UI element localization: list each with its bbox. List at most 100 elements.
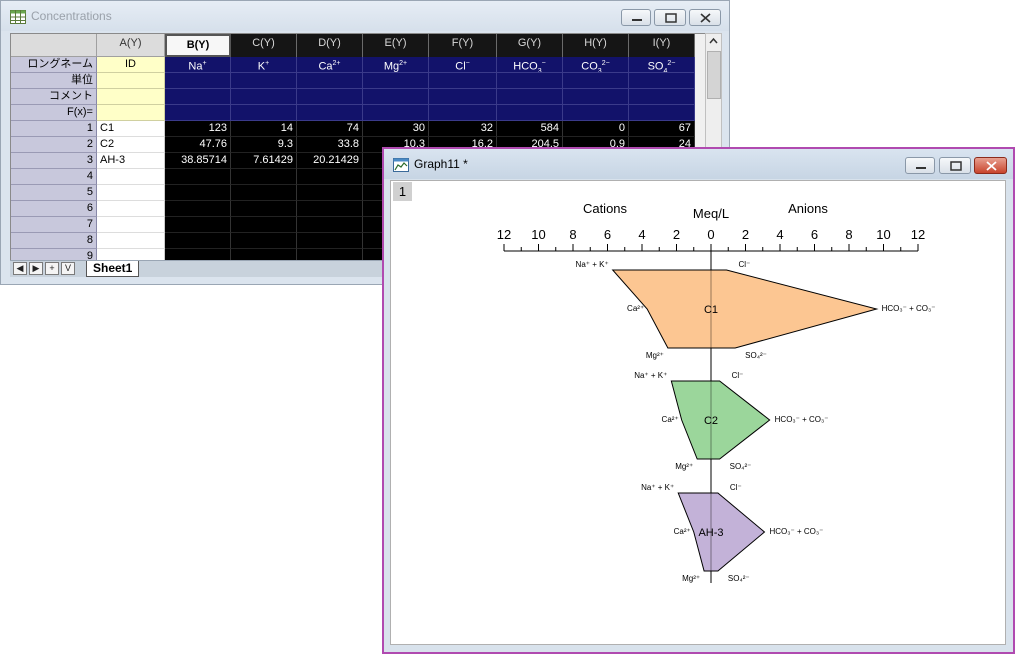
data-cell[interactable]: C2 bbox=[97, 137, 165, 153]
graph-minimize-button[interactable] bbox=[905, 157, 935, 174]
row-number[interactable]: 4 bbox=[11, 169, 97, 185]
meta-cell[interactable] bbox=[363, 89, 429, 105]
column-header-dy[interactable]: D(Y) bbox=[297, 34, 363, 57]
data-cell[interactable] bbox=[165, 185, 231, 201]
meta-cell[interactable] bbox=[231, 73, 297, 89]
data-cell[interactable]: 33.8 bbox=[297, 137, 363, 153]
meta-cell[interactable] bbox=[97, 105, 165, 121]
layer-indicator[interactable]: 1 bbox=[393, 182, 412, 201]
meta-cell[interactable] bbox=[231, 105, 297, 121]
meta-cell[interactable] bbox=[563, 73, 629, 89]
row-number[interactable]: 8 bbox=[11, 233, 97, 249]
data-cell[interactable] bbox=[297, 201, 363, 217]
meta-cell[interactable] bbox=[629, 105, 695, 121]
corner-cell[interactable] bbox=[11, 34, 97, 57]
scroll-thumb[interactable] bbox=[707, 51, 721, 99]
row-number[interactable]: 5 bbox=[11, 185, 97, 201]
sheet-prev-button[interactable]: ◀ bbox=[13, 262, 27, 275]
meta-cell[interactable] bbox=[297, 73, 363, 89]
long-name-cell[interactable]: ID bbox=[97, 57, 165, 73]
data-cell[interactable] bbox=[97, 169, 165, 185]
long-name-cell[interactable]: Na+ bbox=[165, 57, 231, 73]
row-number[interactable]: 3 bbox=[11, 153, 97, 169]
data-cell[interactable] bbox=[231, 201, 297, 217]
data-cell[interactable]: 9.3 bbox=[231, 137, 297, 153]
meta-cell[interactable] bbox=[563, 105, 629, 121]
worksheet-titlebar[interactable]: Concentrations bbox=[1, 1, 729, 31]
maximize-button[interactable] bbox=[654, 9, 686, 26]
close-button[interactable] bbox=[689, 9, 721, 26]
meta-cell[interactable] bbox=[297, 89, 363, 105]
data-cell[interactable] bbox=[231, 185, 297, 201]
row-number[interactable]: 6 bbox=[11, 201, 97, 217]
stiff-diagram[interactable]: Cations Meq/L Anions 12 10 8 6 4 2 0 2 4 6 8 10 12 C1 Na⁺… bbox=[391, 181, 1005, 644]
meta-cell[interactable] bbox=[165, 105, 231, 121]
data-cell[interactable] bbox=[231, 217, 297, 233]
data-cell[interactable]: 20.21429 bbox=[297, 153, 363, 169]
data-cell[interactable]: 32 bbox=[429, 121, 497, 137]
meta-cell[interactable] bbox=[363, 105, 429, 121]
meta-cell[interactable] bbox=[429, 73, 497, 89]
data-cell[interactable] bbox=[297, 233, 363, 249]
meta-cell[interactable] bbox=[497, 105, 563, 121]
meta-cell[interactable] bbox=[165, 89, 231, 105]
graph-close-button[interactable] bbox=[974, 157, 1007, 174]
graph-canvas[interactable]: Cations Meq/L Anions 12 10 8 6 4 2 0 2 4 6 8 10 12 C1 Na⁺… bbox=[390, 180, 1006, 645]
sheet-list-button[interactable]: V bbox=[61, 262, 75, 275]
meta-cell[interactable] bbox=[563, 89, 629, 105]
graph-window[interactable]: Graph11 * Cations Meq/L Anions 12 10 8 6 4 2 0 2 4 6… bbox=[382, 147, 1015, 654]
meta-cell[interactable] bbox=[363, 73, 429, 89]
add-sheet-button[interactable]: + bbox=[45, 262, 59, 275]
data-cell[interactable]: 74 bbox=[297, 121, 363, 137]
data-cell[interactable]: 7.61429 bbox=[231, 153, 297, 169]
graph-titlebar[interactable]: Graph11 * bbox=[384, 149, 1013, 179]
long-name-cell[interactable]: SO42− bbox=[629, 57, 695, 73]
data-cell[interactable]: 38.85714 bbox=[165, 153, 231, 169]
column-header-hy[interactable]: H(Y) bbox=[563, 34, 629, 57]
column-header-fy[interactable]: F(Y) bbox=[429, 34, 497, 57]
minimize-button[interactable] bbox=[621, 9, 651, 26]
row-number[interactable]: 1 bbox=[11, 121, 97, 137]
stiff-polygon-c1[interactable] bbox=[611, 269, 879, 349]
data-cell[interactable] bbox=[165, 217, 231, 233]
column-header-cy[interactable]: C(Y) bbox=[231, 34, 297, 57]
data-cell[interactable] bbox=[297, 169, 363, 185]
data-cell[interactable]: 30 bbox=[363, 121, 429, 137]
data-cell[interactable] bbox=[165, 201, 231, 217]
meta-cell[interactable] bbox=[165, 73, 231, 89]
data-cell[interactable] bbox=[165, 169, 231, 185]
meta-cell[interactable] bbox=[497, 73, 563, 89]
meta-cell[interactable] bbox=[629, 73, 695, 89]
data-cell[interactable] bbox=[97, 201, 165, 217]
data-cell[interactable] bbox=[165, 233, 231, 249]
long-name-cell[interactable]: CO32− bbox=[563, 57, 629, 73]
meta-cell[interactable] bbox=[97, 73, 165, 89]
row-number[interactable]: 7 bbox=[11, 217, 97, 233]
row-number[interactable]: 2 bbox=[11, 137, 97, 153]
column-header-ay[interactable]: A(Y) bbox=[97, 34, 165, 57]
long-name-cell[interactable]: Mg2+ bbox=[363, 57, 429, 73]
meta-cell[interactable] bbox=[629, 89, 695, 105]
meta-cell[interactable] bbox=[97, 89, 165, 105]
data-cell[interactable] bbox=[297, 185, 363, 201]
data-cell[interactable] bbox=[97, 217, 165, 233]
meta-cell[interactable] bbox=[231, 89, 297, 105]
data-cell[interactable] bbox=[97, 233, 165, 249]
scroll-up-icon[interactable] bbox=[706, 34, 721, 48]
sheet-next-button[interactable]: ▶ bbox=[29, 262, 43, 275]
column-header-by[interactable]: B(Y) bbox=[165, 34, 231, 57]
meta-cell[interactable] bbox=[429, 105, 497, 121]
meta-cell[interactable] bbox=[497, 89, 563, 105]
long-name-cell[interactable]: Cl− bbox=[429, 57, 497, 73]
data-cell[interactable] bbox=[231, 233, 297, 249]
meta-cell[interactable] bbox=[297, 105, 363, 121]
data-cell[interactable] bbox=[97, 185, 165, 201]
column-header-gy[interactable]: G(Y) bbox=[497, 34, 563, 57]
data-cell[interactable]: 47.76 bbox=[165, 137, 231, 153]
data-cell[interactable]: 584 bbox=[497, 121, 563, 137]
data-cell[interactable] bbox=[297, 217, 363, 233]
data-cell[interactable]: C1 bbox=[97, 121, 165, 137]
data-cell[interactable]: 67 bbox=[629, 121, 695, 137]
data-cell[interactable]: 123 bbox=[165, 121, 231, 137]
data-cell[interactable]: AH-3 bbox=[97, 153, 165, 169]
